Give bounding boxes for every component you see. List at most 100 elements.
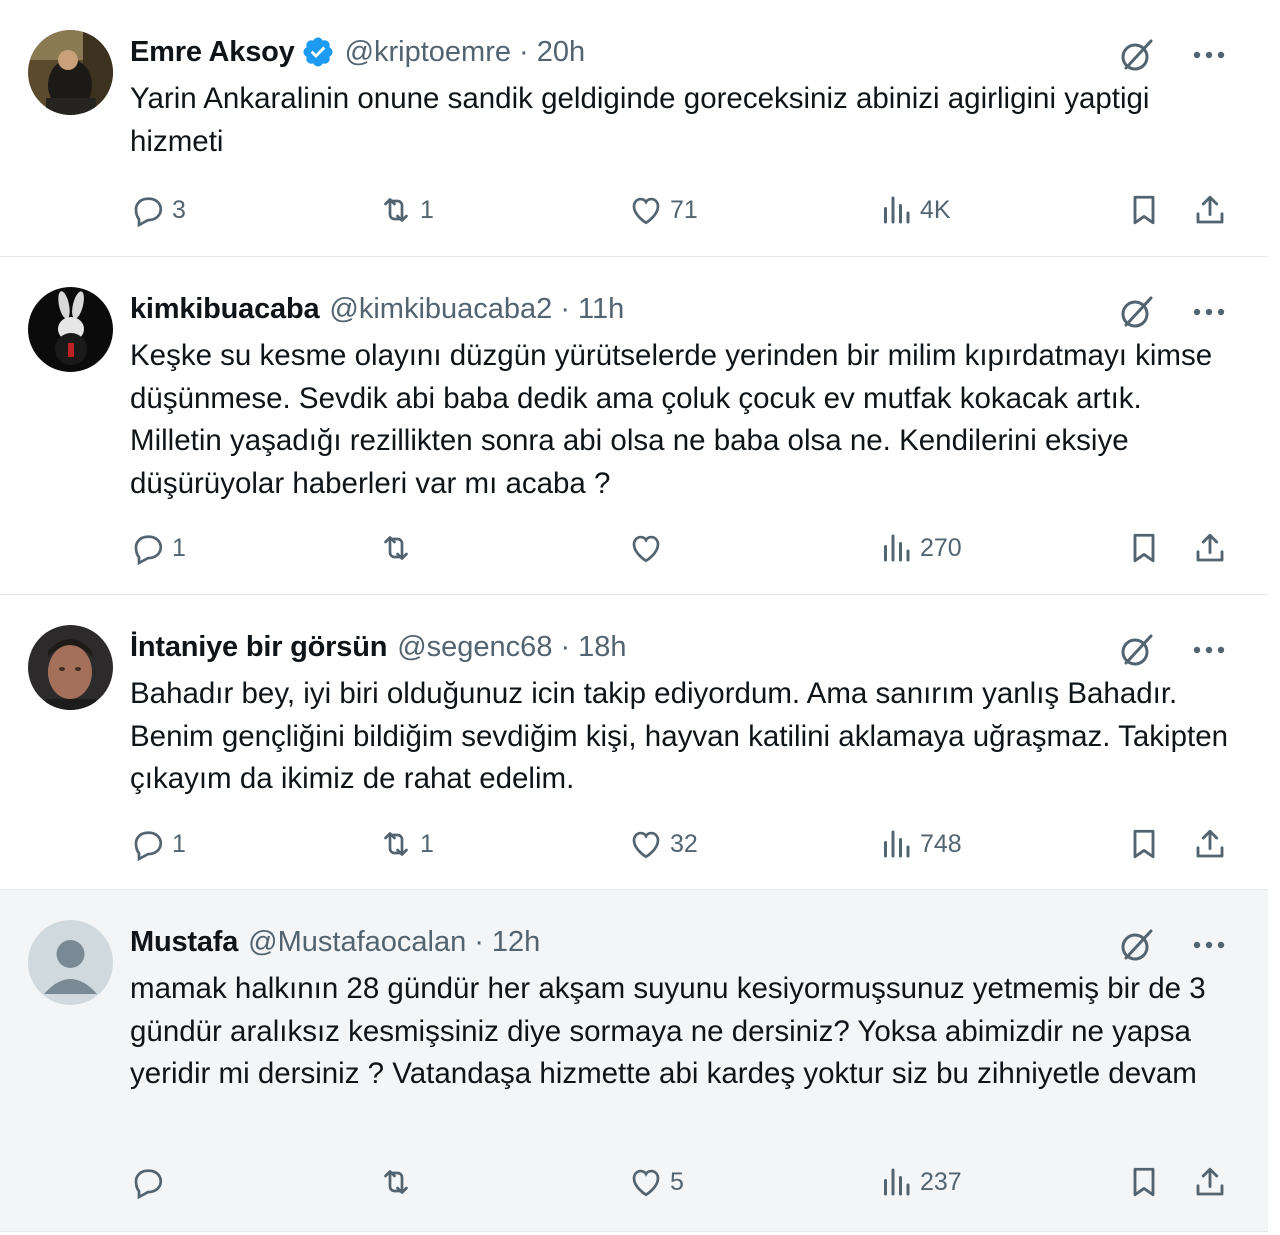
views-icon [884,830,910,858]
separator-dot: · [560,631,571,663]
share-icon [1196,829,1224,858]
tweet[interactable]: Mustafa @Mustafaocalan · 12h mamak halkı… [0,890,1268,1232]
share-button[interactable] [1192,526,1228,570]
views-button[interactable]: 270 [878,526,962,570]
like-count: 5 [670,1167,684,1196]
like-button[interactable]: 5 [628,1160,684,1204]
more-icon[interactable] [1190,36,1228,74]
view-count: 748 [920,829,962,858]
display-name[interactable]: İntaniye bir görsün [130,627,387,667]
timestamp[interactable]: 12h [492,922,540,962]
bookmark-button[interactable] [1126,526,1162,570]
views-button[interactable]: 4K [878,188,951,232]
reply-button[interactable] [130,1160,172,1204]
views-icon [884,534,910,562]
tweet-actions: 3 1 71 4K [130,188,1238,232]
user-handle[interactable]: @kimkibuacaba2 [329,289,552,329]
bookmark-button[interactable] [1126,188,1162,232]
repost-button[interactable] [378,526,420,570]
reply-icon [134,1169,163,1200]
tweet-actions: 1 1 32 748 [130,822,1238,866]
timestamp[interactable]: 18h [578,627,626,667]
repost-button[interactable]: 1 [378,822,434,866]
tweet-actions: 5 237 [130,1160,1238,1204]
view-count: 4K [920,195,951,224]
like-icon [632,1169,660,1197]
more-icon[interactable] [1190,926,1228,964]
share-icon [1196,195,1224,224]
reply-button[interactable]: 3 [130,188,186,232]
like-icon [632,197,660,225]
share-button[interactable] [1192,1160,1228,1204]
tweet-text: Keşke su kesme olayını düzgün yürütseler… [130,339,1213,500]
tweet-header: İntaniye bir görsün @segenc68 · 18h [130,627,627,667]
bookmark-icon [1133,533,1155,563]
reply-feed: Emre Aksoy @kriptoemre · 20h Yarin Ankar… [0,0,1268,1232]
user-handle[interactable]: @kriptoemre [345,32,511,72]
share-button[interactable] [1192,188,1228,232]
like-count: 71 [670,195,698,224]
avatar[interactable] [28,920,113,1005]
views-button[interactable]: 237 [878,1160,962,1204]
tweet-header: Emre Aksoy @kriptoemre · 20h [130,32,585,72]
reply-button[interactable]: 1 [130,526,186,570]
grok-icon[interactable] [1118,631,1156,669]
tweet[interactable]: İntaniye bir görsün @segenc68 · 18h Baha… [0,595,1268,890]
separator-dot: · [519,36,529,68]
bookmark-button[interactable] [1126,822,1162,866]
user-handle[interactable]: @Mustafaocalan [248,922,466,962]
repost-count: 1 [420,195,434,224]
reply-count: 1 [172,533,186,562]
views-button[interactable]: 748 [878,822,962,866]
bookmark-icon [1133,195,1155,225]
like-icon [632,831,660,859]
timestamp[interactable]: 20h [537,32,585,72]
tweet-text: mamak halkının 28 gündür her akşam suyun… [130,972,1206,1090]
repost-icon [384,832,408,856]
tweet-text: Yarin Ankaralinin onune sandik geldigind… [130,82,1150,158]
user-handle[interactable]: @segenc68 [397,627,552,667]
avatar[interactable] [28,30,113,115]
verified-badge-icon [301,35,335,69]
repost-icon [384,1170,408,1194]
share-icon [1196,533,1224,562]
repost-button[interactable] [378,1160,420,1204]
avatar[interactable] [28,287,113,372]
reply-count: 3 [172,195,186,224]
grok-icon[interactable] [1118,36,1156,74]
separator-dot: · [560,293,570,325]
reply-button[interactable]: 1 [130,822,186,866]
bookmark-icon [1133,829,1155,859]
view-count: 270 [920,533,962,562]
display-name[interactable]: Mustafa [130,922,238,962]
bookmark-button[interactable] [1126,1160,1162,1204]
reply-count: 1 [172,829,186,858]
bookmark-icon [1133,1167,1155,1197]
share-icon [1196,1167,1224,1196]
display-name[interactable]: Emre Aksoy [130,32,295,72]
tweet[interactable]: kimkibuacaba @kimkibuacaba2 · 11h Keşke … [0,257,1268,595]
views-icon [884,1168,910,1196]
more-icon[interactable] [1190,293,1228,331]
repost-icon [384,198,408,222]
reply-icon [134,197,163,228]
timestamp[interactable]: 11h [578,289,624,329]
grok-icon[interactable] [1118,926,1156,964]
avatar[interactable] [28,625,113,710]
more-icon[interactable] [1190,631,1228,669]
like-button[interactable]: 32 [628,822,698,866]
display-name[interactable]: kimkibuacaba [130,289,320,329]
tweet[interactable]: Emre Aksoy @kriptoemre · 20h Yarin Ankar… [0,0,1268,257]
like-button[interactable]: 71 [628,188,698,232]
tweet-text: Bahadır bey, iyi biri olduğunuz icin tak… [130,677,1229,795]
separator-dot: · [474,926,484,958]
like-button[interactable] [628,526,670,570]
grok-icon[interactable] [1118,293,1156,331]
tweet-actions: 1 270 [130,526,1238,570]
like-count: 32 [670,829,698,858]
views-icon [884,196,910,224]
reply-icon [134,535,163,566]
share-button[interactable] [1192,822,1228,866]
tweet-header: kimkibuacaba @kimkibuacaba2 · 11h [130,289,624,329]
repost-button[interactable]: 1 [378,188,434,232]
